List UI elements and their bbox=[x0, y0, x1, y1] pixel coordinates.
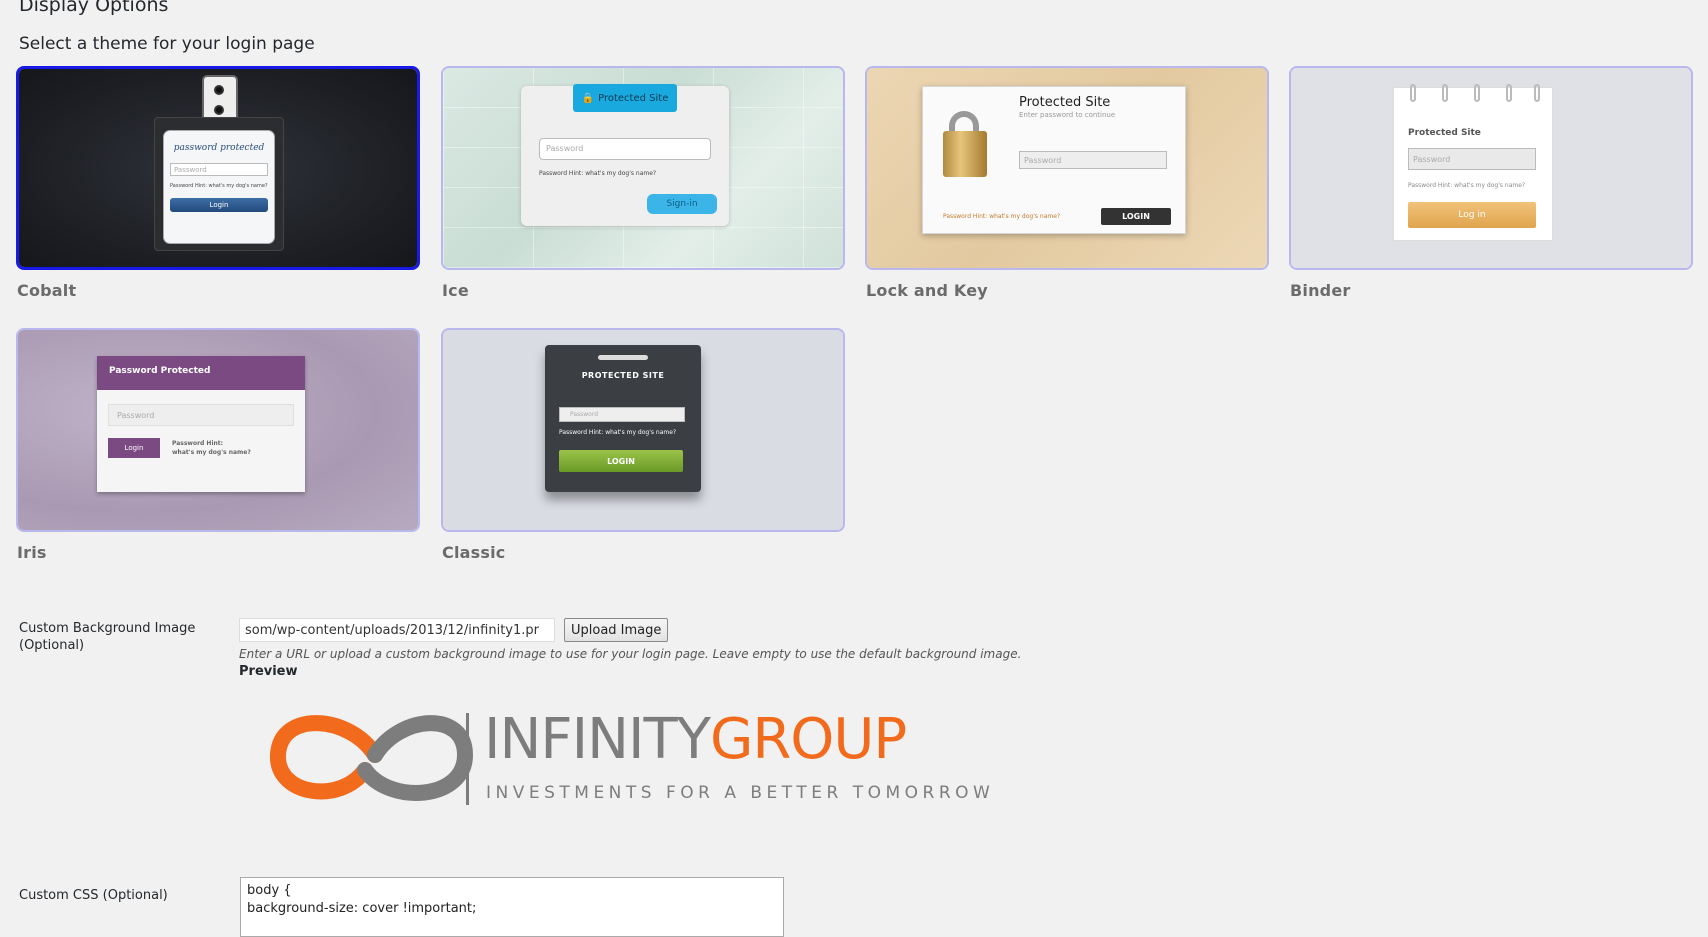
infinity-logo-icon bbox=[270, 715, 474, 801]
classic-login-card: PROTECTED SITE Password Password Hint: w… bbox=[545, 345, 701, 492]
iris-login-card: Password Protected Password Login Passwo… bbox=[97, 356, 305, 492]
custom-css-textarea[interactable]: body { background-size: cover !important… bbox=[240, 877, 784, 937]
binder-login-card: Protected Site Password Password Hint: w… bbox=[1393, 84, 1553, 241]
classic-password-input: Password bbox=[559, 407, 685, 422]
padlock-icon bbox=[943, 131, 987, 177]
cobalt-login-card: password protected Password Password Hin… bbox=[154, 117, 284, 251]
background-url-input[interactable] bbox=[239, 618, 555, 642]
theme-classic-name: Classic bbox=[442, 543, 506, 562]
background-image-label: Custom Background Image (Optional) bbox=[19, 621, 196, 653]
preview-logo-image: INFINITYGROUP INVESTMENTS FOR A BETTER T… bbox=[270, 695, 990, 815]
binder-ring-icon bbox=[1410, 84, 1416, 102]
theme-iris[interactable]: Password Protected Password Login Passwo… bbox=[16, 328, 420, 562]
ice-ribbon: 🔒 Protected Site bbox=[573, 84, 677, 112]
custom-css-label: Custom CSS (Optional) bbox=[19, 888, 168, 903]
classic-clip-icon bbox=[598, 355, 648, 360]
logo-wordmark: INFINITYGROUP bbox=[484, 707, 907, 772]
page-title: Display Options bbox=[19, 0, 169, 16]
theme-iris-preview[interactable]: Password Protected Password Login Passwo… bbox=[16, 328, 420, 532]
binder-preview-title: Protected Site bbox=[1408, 128, 1481, 138]
binder-hint: Password Hint: what's my dog's name? bbox=[1408, 182, 1526, 189]
theme-ice-preview[interactable]: Password Password Hint: what's my dog's … bbox=[441, 66, 845, 270]
iris-login-button: Login bbox=[108, 438, 160, 458]
theme-lock-and-key[interactable]: Protected Site Enter password to continu… bbox=[865, 66, 1269, 300]
cobalt-password-input: Password bbox=[170, 163, 268, 176]
theme-classic[interactable]: PROTECTED SITE Password Password Hint: w… bbox=[441, 328, 845, 562]
lockkey-subtitle: Enter password to continue bbox=[1019, 111, 1116, 119]
ice-password-input: Password bbox=[539, 138, 711, 160]
theme-lockkey-preview[interactable]: Protected Site Enter password to continu… bbox=[865, 66, 1269, 270]
theme-cobalt-name: Cobalt bbox=[17, 281, 77, 300]
preview-label: Preview bbox=[239, 664, 298, 679]
cobalt-hint: Password Hint: what's my dog's name? bbox=[170, 183, 268, 189]
binder-password-input: Password bbox=[1408, 148, 1536, 170]
lockkey-password-input: Password bbox=[1019, 151, 1167, 169]
theme-ice[interactable]: Password Password Hint: what's my dog's … bbox=[441, 66, 845, 300]
background-help-text: Enter a URL or upload a custom backgroun… bbox=[239, 647, 1022, 661]
classic-preview-title: PROTECTED SITE bbox=[581, 371, 665, 380]
ice-hint: Password Hint: what's my dog's name? bbox=[539, 170, 657, 177]
logo-divider bbox=[466, 713, 469, 805]
binder-login-button: Log in bbox=[1408, 202, 1536, 228]
theme-binder-preview[interactable]: Protected Site Password Password Hint: w… bbox=[1289, 66, 1693, 270]
classic-hint: Password Hint: what's my dog's name? bbox=[559, 429, 677, 436]
lockkey-login-button: LOGIN bbox=[1101, 208, 1171, 225]
lockkey-hint: Password Hint: what's my dog's name? bbox=[943, 213, 1061, 220]
cobalt-login-button: Login bbox=[170, 198, 268, 212]
theme-binder-name: Binder bbox=[1290, 281, 1351, 300]
theme-classic-preview[interactable]: PROTECTED SITE Password Password Hint: w… bbox=[441, 328, 845, 532]
binder-ring-icon bbox=[1474, 84, 1480, 102]
theme-section-label: Select a theme for your login page bbox=[19, 34, 315, 54]
ice-signin-button: Sign-in bbox=[647, 194, 717, 214]
theme-binder[interactable]: Protected Site Password Password Hint: w… bbox=[1289, 66, 1693, 300]
theme-lockkey-name: Lock and Key bbox=[866, 281, 988, 300]
iris-hint-label: Password Hint: bbox=[172, 440, 224, 447]
lockkey-login-card: Protected Site Enter password to continu… bbox=[922, 86, 1186, 234]
cobalt-preview-title: password protected bbox=[173, 143, 265, 153]
binder-ring-icon bbox=[1506, 84, 1512, 102]
logo-tagline: INVESTMENTS FOR A BETTER TOMORROW bbox=[486, 783, 995, 803]
theme-cobalt[interactable]: password protected Password Password Hin… bbox=[16, 66, 420, 300]
binder-ring-icon bbox=[1534, 84, 1540, 102]
upload-image-button[interactable]: Upload Image bbox=[564, 618, 669, 642]
ice-preview-title: Protected Site bbox=[598, 92, 669, 104]
iris-hint-text: what's my dog's name? bbox=[172, 449, 251, 456]
logo-word-group: GROUP bbox=[709, 707, 907, 772]
theme-iris-name: Iris bbox=[17, 543, 47, 562]
iris-password-input: Password bbox=[108, 404, 294, 426]
logo-word-infinity: INFINITY bbox=[484, 707, 711, 772]
lockkey-preview-title: Protected Site bbox=[1019, 95, 1111, 110]
binder-ring-icon bbox=[1442, 84, 1448, 102]
classic-login-button: LOGIN bbox=[559, 450, 683, 472]
iris-preview-title: Password Protected bbox=[97, 356, 305, 390]
lock-icon: 🔒 bbox=[581, 92, 595, 104]
theme-cobalt-preview[interactable]: password protected Password Password Hin… bbox=[16, 66, 420, 270]
theme-ice-name: Ice bbox=[442, 281, 469, 300]
